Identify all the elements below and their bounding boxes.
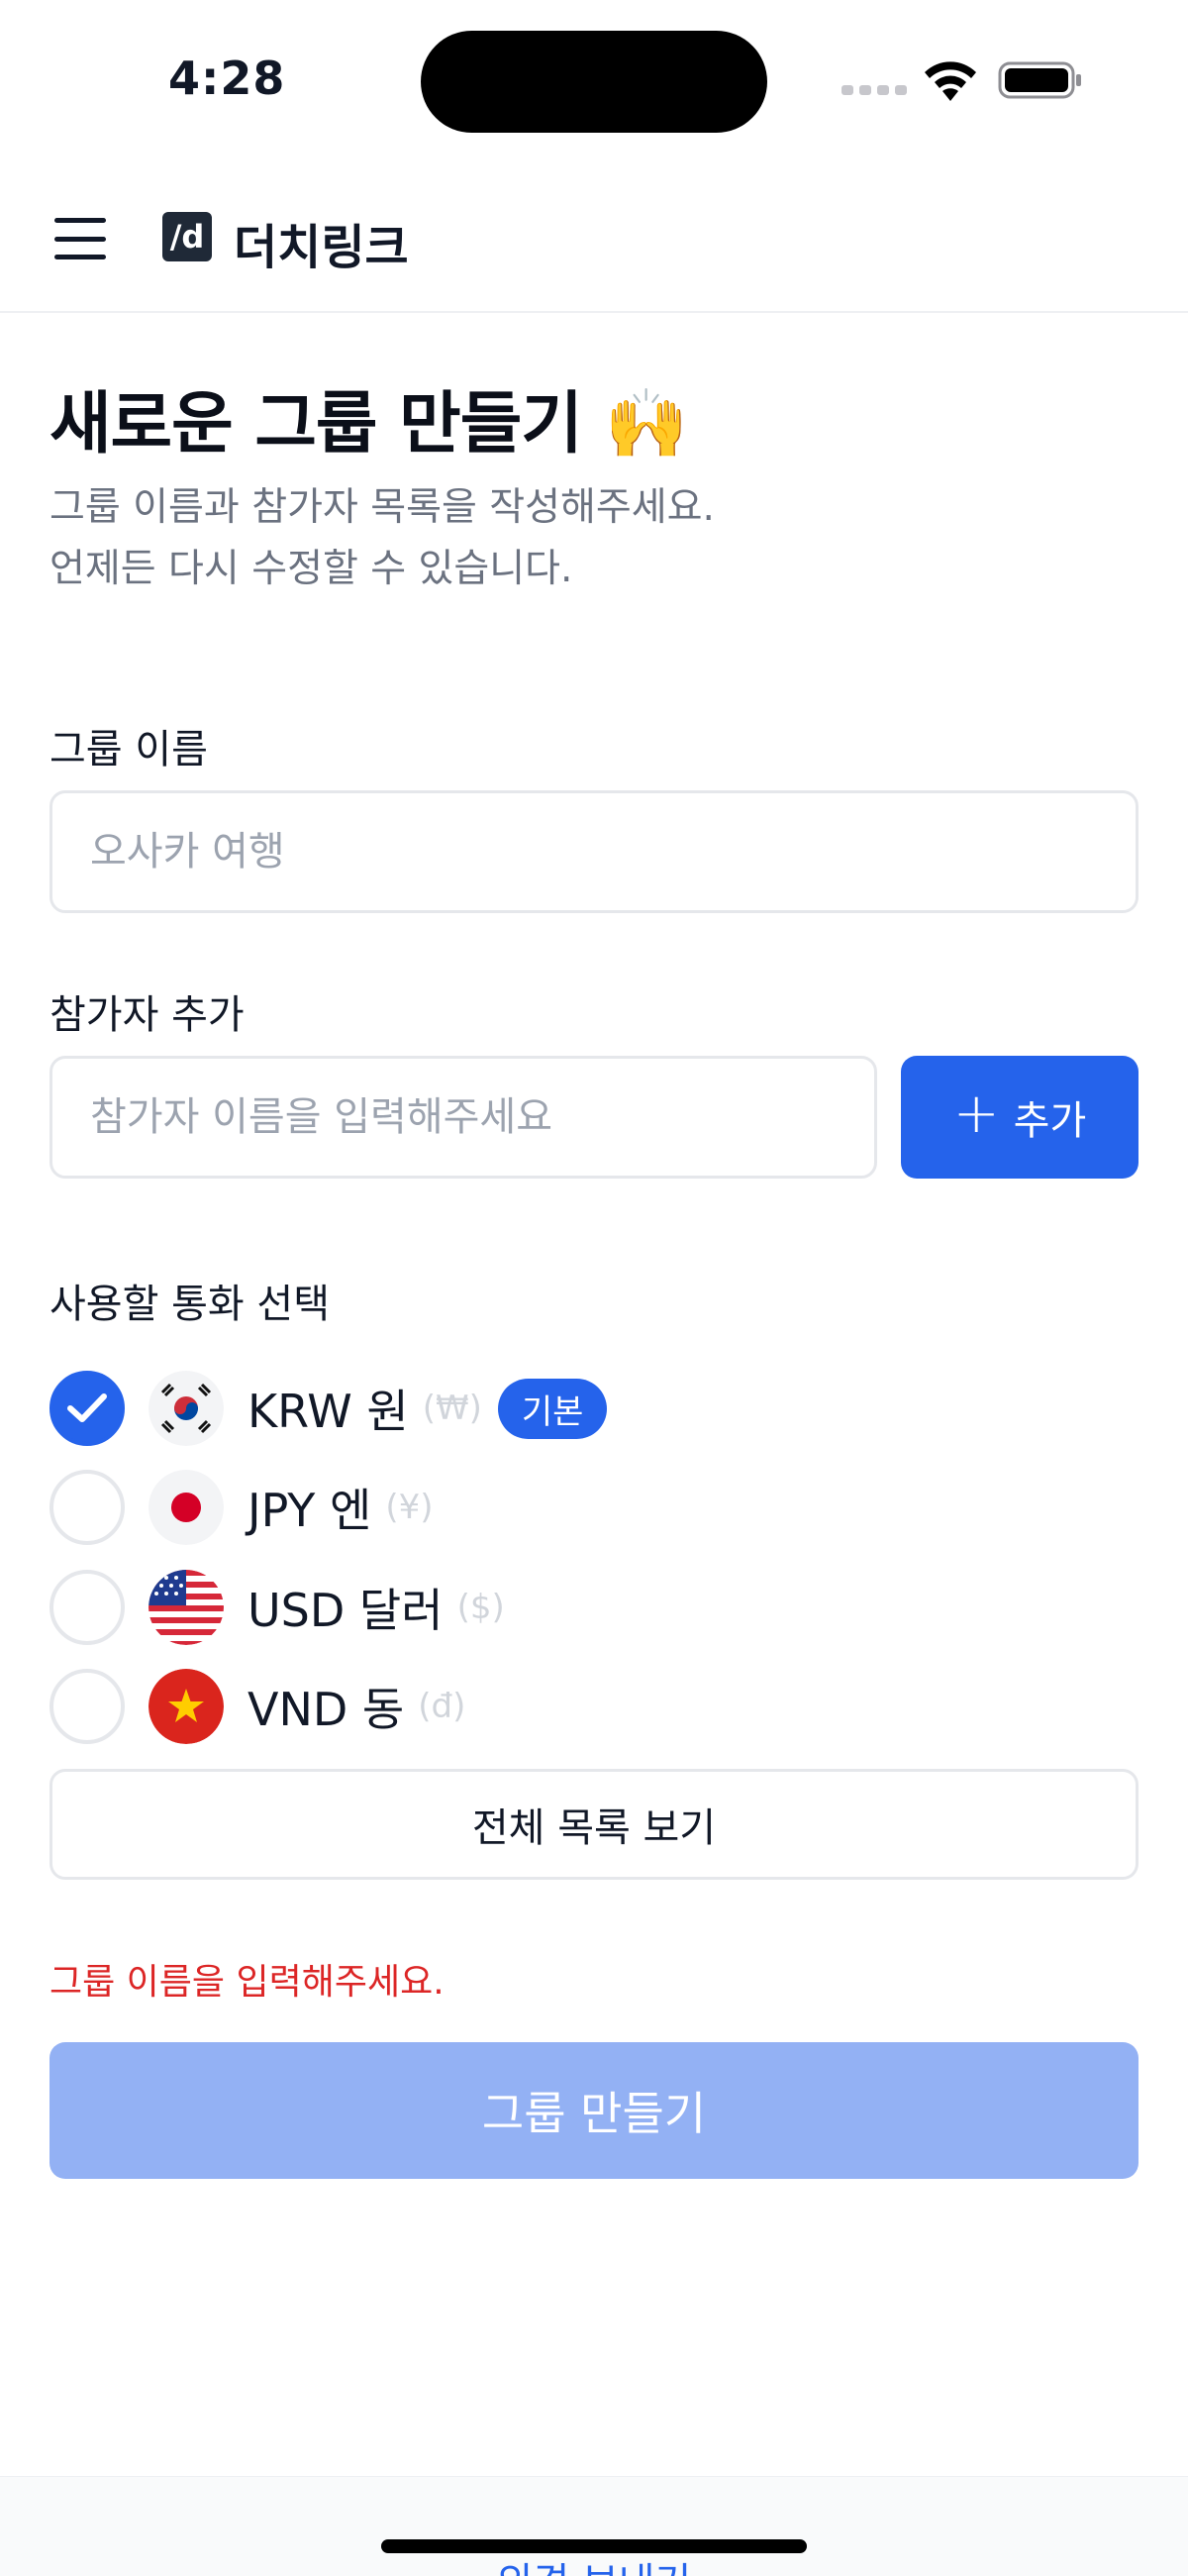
currency-symbol: ($) (456, 1588, 505, 1627)
currency-name: VND 동 (248, 1683, 405, 1736)
subtitle-line-2: 언제든 다시 수정할 수 있습니다. (50, 547, 573, 591)
currency-option-jpy[interactable]: JPY 엔 (¥) (50, 1470, 1040, 1545)
status-time: 4:28 (168, 52, 286, 105)
home-indicator (381, 2539, 807, 2553)
checkbox-unchecked[interactable] (50, 1570, 125, 1645)
participant-name-input[interactable] (50, 1056, 877, 1179)
checkbox-unchecked[interactable] (50, 1669, 125, 1744)
participant-label: 참가자 추가 (50, 992, 245, 1038)
wifi-icon (925, 61, 976, 101)
page-title: 새로운 그룹 만들기 🙌 (50, 385, 688, 464)
add-participant-label: 추가 (1013, 1098, 1087, 1144)
currency-option-usd[interactable]: USD 달러 ($) (50, 1570, 1040, 1645)
feedback-link[interactable]: 의견 보내기 (0, 2550, 1188, 2576)
checkbox-unchecked[interactable] (50, 1470, 125, 1545)
currency-symbol: (₩) (422, 1389, 482, 1428)
cellular-signal-icon (842, 85, 907, 95)
flag-jp-icon (148, 1470, 224, 1545)
currency-symbol: (đ) (418, 1687, 466, 1726)
group-name-input[interactable] (50, 790, 1138, 913)
currency-option-vnd[interactable]: VND 동 (đ) (50, 1669, 1040, 1744)
default-badge: 기본 (497, 1378, 608, 1439)
app-header: /d 더치링크 (0, 158, 1188, 313)
currency-name: KRW 원 (248, 1385, 409, 1438)
bottom-area: 의견 보내기 (0, 2476, 1188, 2576)
flag-vn-icon (148, 1669, 224, 1744)
flag-us-icon (148, 1570, 224, 1645)
checkmark-icon (67, 1393, 107, 1422)
plus-icon: + (952, 1082, 1000, 1146)
currency-option-krw[interactable]: KRW 원 (₩) 기본 (50, 1371, 1040, 1446)
app-logo: /d (162, 212, 212, 261)
currency-symbol: (¥) (385, 1488, 434, 1527)
create-group-button[interactable]: 그룹 만들기 (50, 2042, 1138, 2179)
menu-icon[interactable] (54, 218, 106, 259)
group-name-label: 그룹 이름 (50, 727, 208, 773)
page-subtitle: 그룹 이름과 참가자 목록을 작성해주세요. 언제든 다시 수정할 수 있습니다… (50, 477, 715, 600)
currency-name: USD 달러 (248, 1584, 444, 1637)
flag-kr-icon (148, 1371, 224, 1446)
add-participant-button[interactable]: + 추가 (901, 1056, 1138, 1179)
battery-icon (998, 61, 1081, 99)
subtitle-line-1: 그룹 이름과 참가자 목록을 작성해주세요. (50, 485, 715, 530)
dynamic-island (421, 31, 767, 133)
status-bar: 4:28 (0, 0, 1188, 158)
currency-name: JPY 엔 (248, 1484, 372, 1537)
checkbox-checked[interactable] (50, 1371, 125, 1446)
currency-label: 사용할 통화 선택 (50, 1282, 331, 1327)
app-brand-name: 더치링크 (234, 220, 409, 275)
error-message: 그룹 이름을 입력해주세요. (50, 1962, 445, 2003)
view-all-currencies-button[interactable]: 전체 목록 보기 (50, 1769, 1138, 1880)
